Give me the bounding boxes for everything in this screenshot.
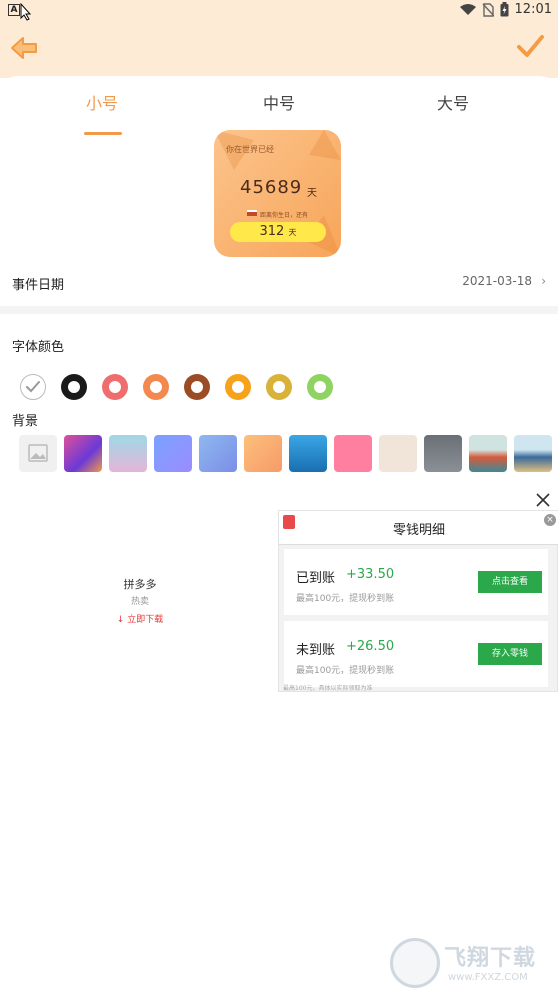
ad-row-pending: 未到账 +26.50 最高100元，提现秒到账 存入零钱 <box>284 621 548 687</box>
color-swatch-orange[interactable] <box>143 374 169 400</box>
watermark-title: 飞翔下载 <box>444 946 537 971</box>
wifi-icon <box>459 3 476 15</box>
ad-row-sub: 最高100元，提现秒到账 <box>296 666 395 676</box>
watermark-url: www.FXXZ.COM <box>448 972 528 983</box>
background-option-6[interactable] <box>289 435 327 472</box>
background-option-4[interactable] <box>199 435 237 472</box>
color-swatch-gold[interactable] <box>266 374 292 400</box>
check-icon <box>26 381 40 393</box>
ad-row-amount: +33.50 <box>346 567 395 582</box>
widget-days: 45689 <box>240 177 303 198</box>
background-option-5[interactable] <box>244 435 282 472</box>
color-swatch-red[interactable] <box>102 374 128 400</box>
background-option-3[interactable] <box>154 435 192 472</box>
widget-preview: 你在世界已经 45689 天 距离你生日，还有 312 天 <box>214 130 341 257</box>
ad-row-received: 已到账 +33.50 最高100元，提现秒到账 点击查看 <box>284 549 548 615</box>
no-sim-icon <box>482 2 494 17</box>
ad-row-label: 已到账 <box>296 571 336 586</box>
size-tabs: 小号 中号 大号 <box>0 90 558 135</box>
ad-close-icon[interactable] <box>534 491 552 509</box>
ad-app-name: 拼多多 <box>123 578 157 591</box>
ad-row-sub: 最高100元，提现秒到账 <box>296 594 395 604</box>
background-option-11[interactable] <box>514 435 552 472</box>
widget-countdown-pill: 312 天 <box>230 222 326 242</box>
color-swatch-amber[interactable] <box>225 374 251 400</box>
ad-view-button[interactable]: 点击查看 <box>478 571 542 593</box>
back-arrow-icon[interactable] <box>10 34 38 62</box>
ad-app-tag: 热卖 <box>130 597 149 607</box>
ad-header: 零钱明细 × <box>279 511 558 545</box>
background-option-1[interactable] <box>64 435 102 472</box>
widget-preview-card: 小号 中号 大号 你在世界已经 45689 天 距离你生日，还有 312 天 事… <box>0 76 558 306</box>
background-option-2[interactable] <box>109 435 147 472</box>
watermark: 飞翔下载 www.FXXZ.COM <box>390 938 550 992</box>
ad-row-amount: +26.50 <box>346 639 395 654</box>
tab-medium[interactable]: 中号 <box>263 90 295 114</box>
tab-small[interactable]: 小号 <box>86 90 118 114</box>
background-option-9[interactable] <box>424 435 462 472</box>
section-divider <box>0 306 558 314</box>
color-swatch-black[interactable] <box>61 374 87 400</box>
color-swatch-white-selected[interactable] <box>20 374 46 400</box>
font-color-title: 字体颜色 <box>12 340 65 355</box>
ad-footnote: 最高100元，具体以实际领取为准 <box>283 685 373 692</box>
android-notification-icon: A <box>8 4 20 16</box>
background-option-10[interactable] <box>469 435 507 472</box>
event-date-label: 事件日期 <box>12 278 65 293</box>
clock: 12:01 <box>514 2 552 17</box>
widget-days-unit: 天 <box>307 188 317 199</box>
widget-countdown-unit: 天 <box>288 228 297 237</box>
event-date-value: 2021-03-18 <box>462 274 532 288</box>
ad-deposit-button[interactable]: 存入零钱 <box>478 643 542 665</box>
ad-row-label: 未到账 <box>296 643 336 658</box>
status-bar: A 12:01 <box>0 0 558 22</box>
background-title: 背景 <box>12 414 39 429</box>
widget-title: 你在世界已经 <box>226 145 274 154</box>
watermark-logo-icon <box>390 938 440 988</box>
background-option-7[interactable] <box>334 435 372 472</box>
active-tab-indicator <box>84 132 122 135</box>
background-option-8[interactable] <box>379 435 417 472</box>
battery-icon <box>500 2 509 17</box>
mouse-cursor-icon <box>20 3 32 21</box>
widget-subtitle: 距离你生日，还有 <box>260 212 309 219</box>
image-placeholder-icon <box>28 444 48 462</box>
color-swatch-green[interactable] <box>307 374 333 400</box>
tab-large[interactable]: 大号 <box>437 90 469 114</box>
chevron-right-icon: › <box>541 274 546 288</box>
ad-download-link[interactable]: ↓ 立即下载 <box>100 612 180 625</box>
background-custom-image[interactable] <box>19 435 57 472</box>
event-date-row[interactable]: 事件日期 2021-03-18 › <box>0 262 558 302</box>
ad-panel-close-icon[interactable]: × <box>544 514 556 526</box>
pinduoduo-ad[interactable]: 拼多多 热卖 ↓ 立即下载 <box>100 576 180 625</box>
download-arrow-icon: ↓ <box>116 615 125 625</box>
top-bar <box>0 22 558 78</box>
ad-title: 零钱明细 <box>392 523 445 538</box>
ad-download-label: 立即下载 <box>127 615 164 625</box>
widget-countdown: 312 <box>259 224 285 239</box>
confirm-check-icon[interactable] <box>516 32 544 60</box>
color-swatch-brown[interactable] <box>184 374 210 400</box>
cake-icon <box>247 210 257 216</box>
wallet-ad-panel[interactable]: 零钱明细 × 已到账 +33.50 最高100元，提现秒到账 点击查看 未到账 … <box>278 510 558 692</box>
